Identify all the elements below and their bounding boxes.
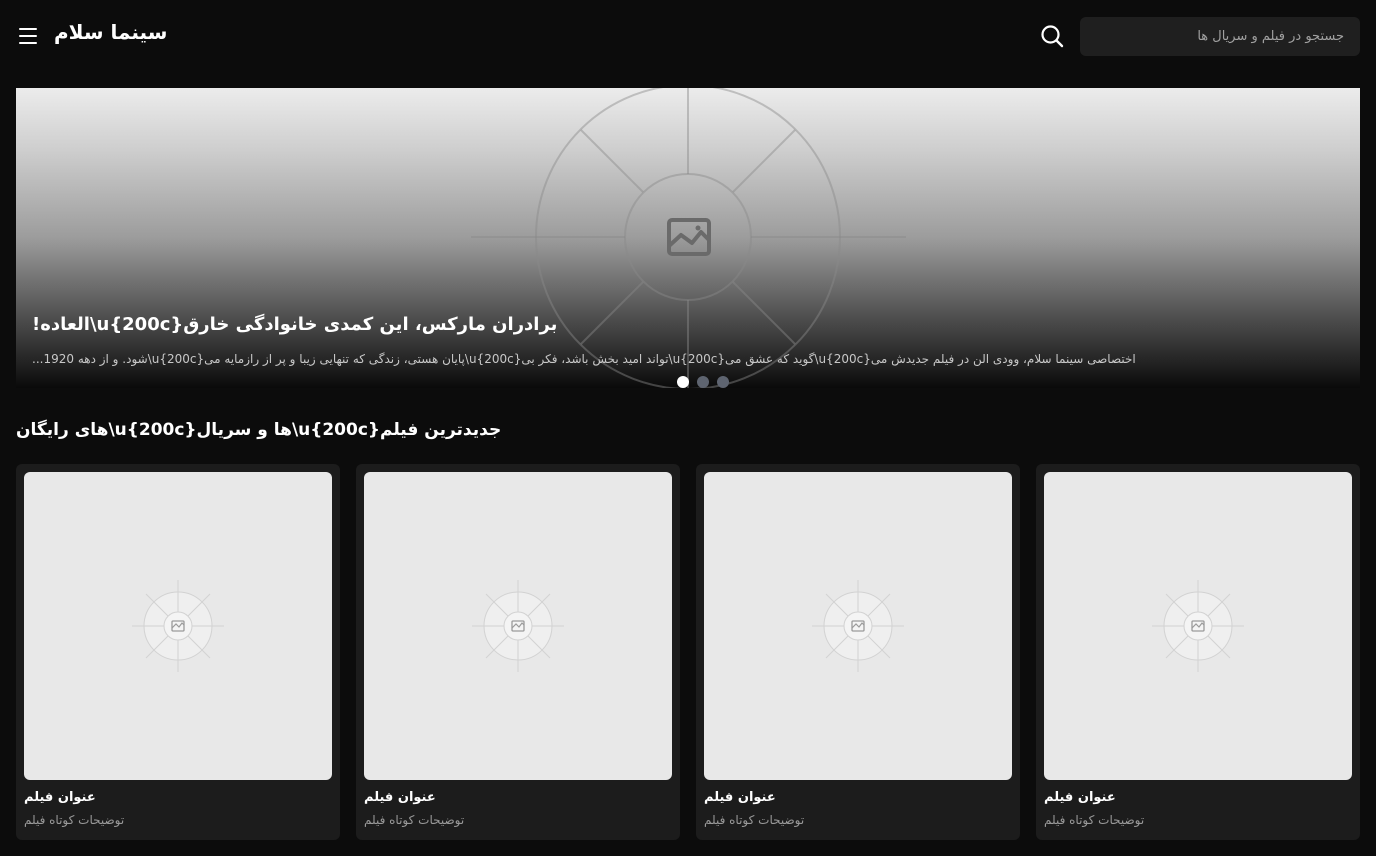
carousel-dot-1[interactable] [677, 376, 689, 388]
hero-description: ...شود. و از دهه 1920\u{200c}پایان هستی،… [32, 352, 1136, 366]
movie-poster [364, 472, 672, 780]
carousel-dot-2[interactable] [697, 376, 709, 388]
movie-poster [1044, 472, 1352, 780]
hamburger-menu-icon[interactable] [14, 22, 42, 50]
image-placeholder-icon [472, 580, 564, 672]
search-input[interactable] [1080, 17, 1360, 56]
menu-line [19, 35, 37, 37]
carousel-dot-3[interactable] [717, 376, 729, 388]
top-bar: سینما سلام [0, 0, 1376, 72]
hero-title[interactable]: !العاده‌\u{200c}برادران مارکس، این کمدی … [32, 314, 1332, 344]
image-placeholder-icon [1152, 580, 1244, 672]
movie-card[interactable]: عنوان فیلم توضیحات کوتاه فیلم [16, 464, 340, 840]
movie-card[interactable]: عنوان فیلم توضیحات کوتاه فیلم [356, 464, 680, 840]
movie-description: توضیحات کوتاه فیلم [24, 813, 125, 827]
movie-description: توضیحات کوتاه فیلم [704, 813, 805, 827]
carousel-dots [677, 376, 729, 388]
hero-banner[interactable]: !العاده‌\u{200c}برادران مارکس، این کمدی … [16, 88, 1360, 388]
image-placeholder-icon [812, 580, 904, 672]
site-logo-text[interactable]: سینما سلام [54, 20, 168, 50]
movie-title[interactable]: عنوان فیلم [704, 790, 1004, 810]
movie-poster [24, 472, 332, 780]
section-title: های رایگان\u{200c}ها و سریال\u{200c}جدید… [16, 420, 502, 440]
movie-description: توضیحات کوتاه فیلم [1044, 813, 1145, 827]
movie-title[interactable]: عنوان فیلم [24, 790, 324, 810]
menu-line [19, 42, 37, 44]
movie-card[interactable]: عنوان فیلم توضیحات کوتاه فیلم [696, 464, 1020, 840]
movie-title[interactable]: عنوان فیلم [364, 790, 664, 810]
movie-description: توضیحات کوتاه فیلم [364, 813, 465, 827]
image-placeholder-icon [132, 580, 224, 672]
movie-card[interactable]: عنوان فیلم توضیحات کوتاه فیلم [1036, 464, 1360, 840]
movie-title[interactable]: عنوان فیلم [1044, 790, 1344, 810]
menu-line [19, 28, 37, 30]
movie-grid: عنوان فیلم توضیحات کوتاه فیلم عنوان فیلم… [16, 464, 1360, 840]
movie-poster [704, 472, 1012, 780]
search-icon[interactable] [1039, 23, 1065, 49]
